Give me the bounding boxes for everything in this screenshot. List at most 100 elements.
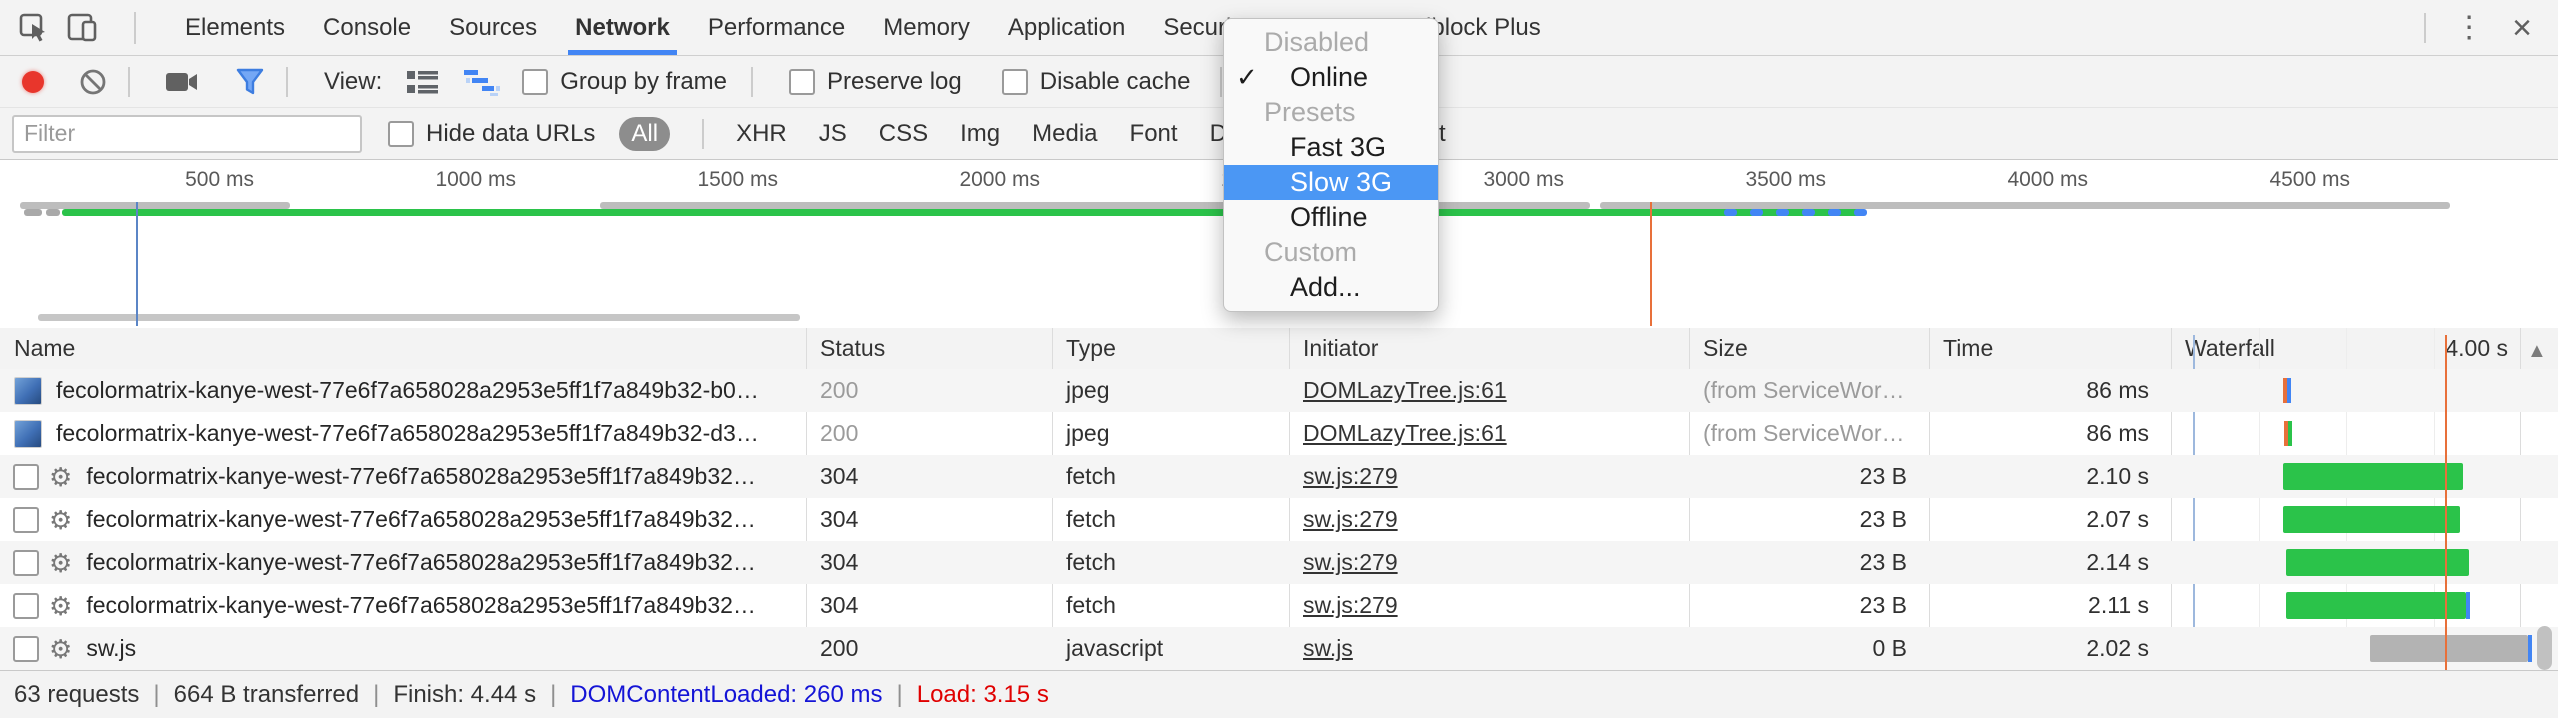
tab-elements[interactable]: Elements bbox=[166, 0, 304, 55]
cell-waterfall bbox=[2171, 455, 2536, 498]
group-by-frame-label: Group by frame bbox=[560, 68, 727, 96]
cell-type: fetch bbox=[1052, 455, 1303, 498]
column-header-initiator[interactable]: Initiator bbox=[1303, 328, 1378, 369]
close-devtools-icon[interactable]: × bbox=[2512, 11, 2532, 45]
cell-waterfall bbox=[2171, 627, 2536, 670]
footer-stat: Load: 3.15 s bbox=[917, 681, 1049, 709]
type-filter-all[interactable]: All bbox=[619, 117, 670, 151]
scrollbar-thumb[interactable] bbox=[2537, 626, 2552, 670]
throttle-option-slow-3g[interactable]: Slow 3G bbox=[1224, 165, 1438, 200]
request-row[interactable]: ⚙fecolormatrix-kanye-west-77e6f7a658028a… bbox=[0, 498, 2558, 541]
cell-initiator: sw.js:279 bbox=[1289, 498, 1703, 541]
request-name: fecolormatrix-kanye-west-77e6f7a658028a2… bbox=[56, 377, 759, 404]
ruler-tick-label: 500 ms bbox=[185, 168, 262, 192]
request-row[interactable]: fecolormatrix-kanye-west-77e6f7a658028a2… bbox=[0, 369, 2558, 412]
row-select-checkbox[interactable] bbox=[13, 593, 39, 619]
filter-icon[interactable] bbox=[234, 66, 266, 98]
request-row[interactable]: ⚙fecolormatrix-kanye-west-77e6f7a658028a… bbox=[0, 455, 2558, 498]
waterfall-tick bbox=[2287, 378, 2291, 403]
throttle-option-label: Disabled bbox=[1224, 27, 1369, 58]
tab-memory[interactable]: Memory bbox=[864, 0, 989, 55]
waterfall-bar-tip bbox=[2528, 635, 2532, 662]
overview-blue-dash bbox=[1750, 209, 1763, 216]
capture-screenshots-icon[interactable] bbox=[164, 68, 200, 96]
request-row[interactable]: fecolormatrix-kanye-west-77e6f7a658028a2… bbox=[0, 412, 2558, 455]
disable-cache-checkbox[interactable]: Disable cache bbox=[1002, 68, 1191, 96]
column-header-status[interactable]: Status bbox=[820, 328, 885, 369]
initiator-link[interactable]: DOMLazyTree.js:61 bbox=[1303, 420, 1507, 447]
initiator-link[interactable]: sw.js:279 bbox=[1303, 463, 1398, 490]
group-by-frame-checkbox[interactable]: Group by frame bbox=[522, 68, 727, 96]
record-button[interactable] bbox=[22, 71, 44, 93]
request-name: fecolormatrix-kanye-west-77e6f7a658028a2… bbox=[56, 420, 759, 447]
request-row[interactable]: ⚙sw.js200javascriptsw.js0 B2.02 s bbox=[0, 627, 2558, 670]
toolbar-divider-2 bbox=[286, 67, 288, 97]
ruler-tick-label: 3000 ms bbox=[1483, 168, 1572, 192]
cell-size: 23 B bbox=[1689, 584, 1929, 627]
type-filter-css[interactable]: CSS bbox=[879, 120, 928, 148]
row-select-checkbox[interactable] bbox=[13, 636, 39, 662]
column-header-time[interactable]: Time bbox=[1943, 328, 1993, 369]
cell-initiator: sw.js:279 bbox=[1289, 455, 1703, 498]
cell-status: 304 bbox=[806, 455, 1066, 498]
view-waterfall-icon[interactable] bbox=[462, 67, 502, 97]
footer-stat: Finish: 4.44 s bbox=[393, 681, 536, 709]
inspect-element-icon[interactable] bbox=[18, 12, 50, 44]
initiator-link[interactable]: sw.js:279 bbox=[1303, 592, 1398, 619]
tab-network[interactable]: Network bbox=[556, 0, 689, 55]
row-select-checkbox[interactable] bbox=[13, 550, 39, 576]
cell-name: ⚙fecolormatrix-kanye-west-77e6f7a658028a… bbox=[0, 455, 806, 498]
type-filter-xhr[interactable]: XHR bbox=[736, 120, 787, 148]
request-row[interactable]: ⚙fecolormatrix-kanye-west-77e6f7a658028a… bbox=[0, 541, 2558, 584]
tab-console[interactable]: Console bbox=[304, 0, 430, 55]
row-select-checkbox[interactable] bbox=[13, 507, 39, 533]
column-header-size[interactable]: Size bbox=[1703, 328, 1748, 369]
throttle-option-online[interactable]: ✓Online bbox=[1224, 60, 1438, 95]
ruler-tick-label: 4000 ms bbox=[2007, 168, 2096, 192]
initiator-link[interactable]: sw.js bbox=[1303, 635, 1353, 662]
type-filter-divider bbox=[702, 119, 704, 149]
cell-initiator: sw.js bbox=[1289, 627, 1703, 670]
column-header-type[interactable]: Type bbox=[1066, 328, 1116, 369]
cell-time: 2.10 s bbox=[1929, 455, 2171, 498]
gear-icon: ⚙ bbox=[49, 636, 72, 662]
initiator-link[interactable]: DOMLazyTree.js:61 bbox=[1303, 377, 1507, 404]
cell-type: fetch bbox=[1052, 541, 1303, 584]
tab-performance[interactable]: Performance bbox=[689, 0, 864, 55]
group-by-frame-box[interactable] bbox=[522, 69, 548, 95]
initiator-link[interactable]: sw.js:279 bbox=[1303, 506, 1398, 533]
filter-input[interactable] bbox=[12, 115, 362, 153]
cell-name: ⚙fecolormatrix-kanye-west-77e6f7a658028a… bbox=[0, 584, 806, 627]
tab-sources[interactable]: Sources bbox=[430, 0, 556, 55]
column-header-name[interactable]: Name bbox=[14, 328, 75, 369]
more-options-icon[interactable]: ⋮ bbox=[2454, 13, 2484, 43]
toggle-device-toolbar-icon[interactable] bbox=[66, 12, 100, 44]
type-filter-font[interactable]: Font bbox=[1130, 120, 1178, 148]
hide-data-urls-checkbox[interactable]: Hide data URLs bbox=[388, 120, 595, 148]
image-preview-icon bbox=[14, 377, 42, 405]
column-header-waterfall[interactable]: Waterfall bbox=[2185, 328, 2275, 369]
type-filter-img[interactable]: Img bbox=[960, 120, 1000, 148]
hide-data-urls-box[interactable] bbox=[388, 121, 414, 147]
row-select-checkbox[interactable] bbox=[13, 464, 39, 490]
throttle-option-offline[interactable]: Offline bbox=[1224, 200, 1438, 235]
tab-application[interactable]: Application bbox=[989, 0, 1144, 55]
clear-icon[interactable] bbox=[78, 67, 108, 97]
preserve-log-checkbox[interactable]: Preserve log bbox=[789, 68, 962, 96]
footer-separator: | bbox=[550, 681, 556, 709]
throttle-option-fast-3g[interactable]: Fast 3G bbox=[1224, 130, 1438, 165]
type-filter-js[interactable]: JS bbox=[819, 120, 847, 148]
ruler-tick-label: 1500 ms bbox=[697, 168, 786, 192]
type-filter-media[interactable]: Media bbox=[1032, 120, 1097, 148]
throttle-option-add-[interactable]: Add... bbox=[1224, 270, 1438, 305]
initiator-link[interactable]: sw.js:279 bbox=[1303, 549, 1398, 576]
cell-name: fecolormatrix-kanye-west-77e6f7a658028a2… bbox=[0, 369, 806, 412]
overview-load-marker bbox=[1650, 202, 1652, 326]
cell-size: 0 B bbox=[1689, 627, 1929, 670]
disable-cache-box[interactable] bbox=[1002, 69, 1028, 95]
view-list-icon[interactable] bbox=[404, 67, 440, 97]
preserve-log-box[interactable] bbox=[789, 69, 815, 95]
scrollbar-up-arrow[interactable]: ▲ bbox=[2527, 340, 2547, 363]
cell-status: 304 bbox=[806, 541, 1066, 584]
request-row[interactable]: ⚙fecolormatrix-kanye-west-77e6f7a658028a… bbox=[0, 584, 2558, 627]
